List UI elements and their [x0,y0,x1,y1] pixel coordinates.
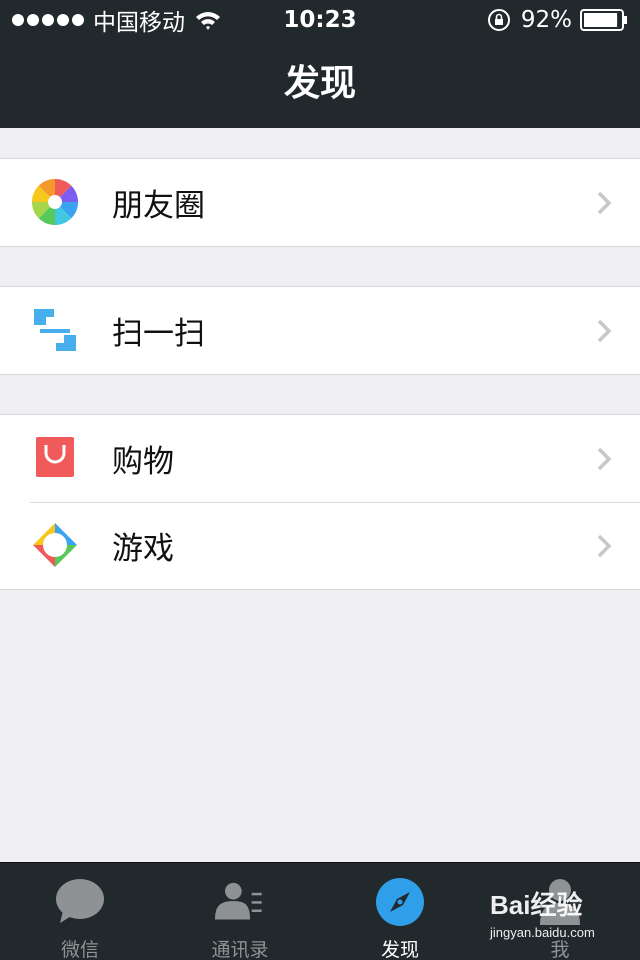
menu-item-label: 购物 [112,444,174,480]
rotation-lock-icon [487,9,510,31]
battery-icon [580,9,627,31]
menu-item-label: 游戏 [112,531,174,567]
chat-bubble-icon [56,879,104,923]
menu-item-label: 扫一扫 [112,316,205,352]
signal-strength-icon [12,14,87,26]
watermark-brand: Bai经验 [490,890,583,920]
baidu-watermark: Bai经验 jingyan.baidu.com [490,885,630,947]
menu-item-games[interactable]: 游戏 [0,502,640,589]
chevron-right-icon [597,319,612,343]
chevron-right-icon [597,447,612,471]
compass-icon [376,878,424,926]
page-title: 发现 [283,63,356,104]
menu-group-1: 朋友圈 [0,158,640,247]
status-bar: 中国移动 10:23 92% [0,0,640,40]
menu-group-3: 购物 游戏 [0,414,640,590]
tab-label: 发现 [380,939,419,960]
status-right: 92% [487,0,628,40]
chevron-right-icon [597,534,612,558]
menu-item-moments[interactable]: 朋友圈 [0,159,640,246]
battery-percent: 92% [520,7,572,33]
watermark-url: jingyan.baidu.com [490,925,595,940]
tab-label: 微信 [60,939,99,960]
shopping-bag-icon [36,437,74,477]
chevron-right-icon [597,191,612,215]
game-icon [33,523,77,567]
status-left: 中国移动 [12,0,221,40]
carrier-name: 中国移动 [93,10,185,36]
menu-item-shopping[interactable]: 购物 [0,415,640,502]
tab-discover[interactable]: 发现 [320,863,480,960]
tab-label: 通讯录 [211,939,269,960]
scan-icon [34,309,76,351]
tab-contacts[interactable]: 通讯录 [160,863,320,960]
moments-icon [32,179,78,225]
wifi-icon [196,12,220,30]
tab-chats[interactable]: 微信 [0,863,160,960]
contacts-icon [215,882,262,920]
menu-item-label: 朋友圈 [112,188,205,224]
menu-group-2: 扫一扫 [0,286,640,375]
menu-item-scan[interactable]: 扫一扫 [0,287,640,374]
nav-bar: 发现 [0,40,640,128]
